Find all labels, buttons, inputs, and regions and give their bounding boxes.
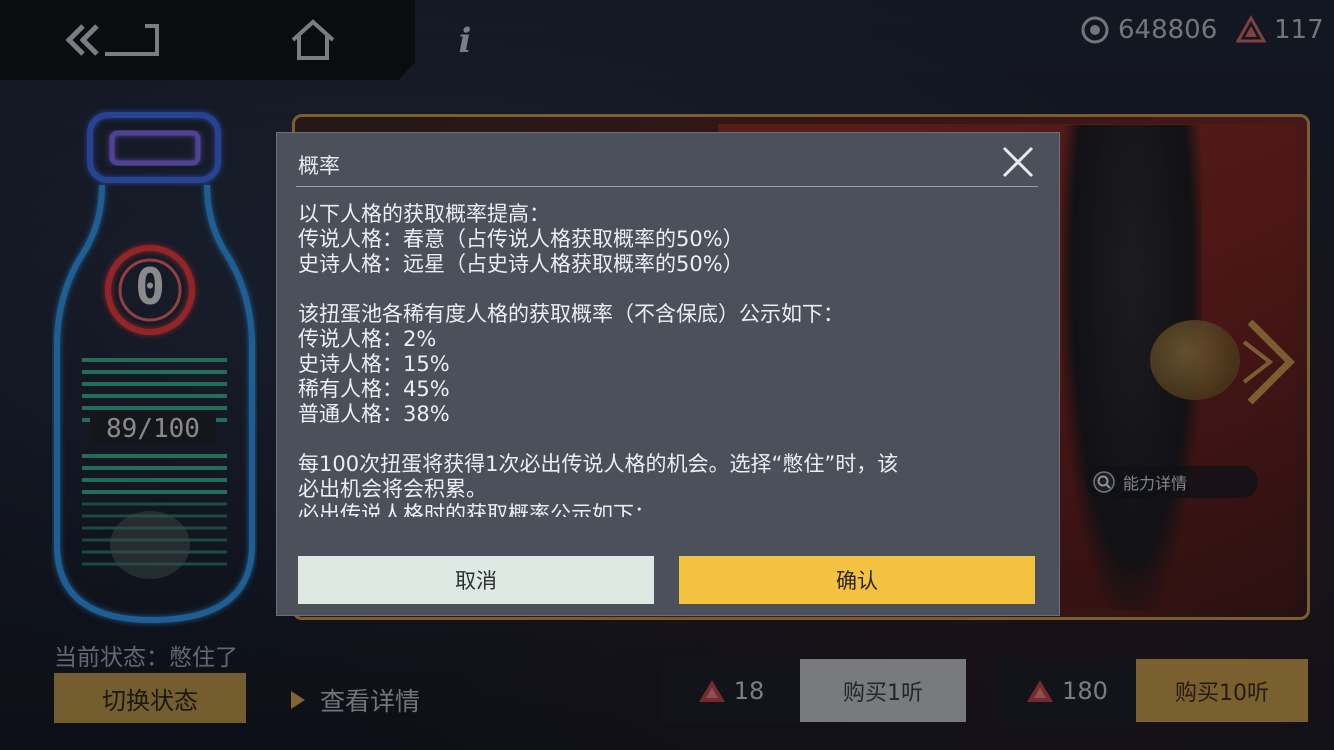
dialog-body[interactable]: 以下人格的获取概率提高： 传说人格：春意（占传说人格获取概率的50%） 史诗人格… bbox=[298, 202, 1038, 517]
cancel-button[interactable]: 取消 bbox=[298, 556, 654, 604]
dialog-line: 史诗人格：15% bbox=[298, 352, 450, 376]
dialog-line: 每100次扭蛋将获得1次必出传说人格的机会。选择“憋住”时，该 bbox=[298, 452, 899, 476]
confirm-button[interactable]: 确认 bbox=[679, 556, 1035, 604]
dialog-title: 概率 bbox=[298, 154, 340, 178]
dialog-line: 传说人格：2% bbox=[298, 327, 437, 351]
dialog-line: 史诗人格：远星（占史诗人格获取概率的50%） bbox=[298, 252, 744, 276]
dialog-line: 传说人格：春意（占传说人格获取概率的50%） bbox=[298, 227, 744, 251]
dialog-line: 必出传说人格时的获取概率公示如下： bbox=[298, 502, 655, 517]
dialog-line: 普通人格：38% bbox=[298, 402, 450, 426]
dialog-line: 稀有人格：45% bbox=[298, 377, 450, 401]
probability-dialog: 概率 以下人格的获取概率提高： 传说人格：春意（占传说人格获取概率的50%） 史… bbox=[276, 132, 1060, 616]
dialog-line: 必出机会将会积累。 bbox=[298, 477, 487, 501]
dialog-line: 以下人格的获取概率提高： bbox=[298, 202, 550, 226]
dialog-line: 该扭蛋池各稀有度人格的获取概率（不含保底）公示如下： bbox=[298, 302, 844, 326]
close-icon[interactable] bbox=[1000, 144, 1036, 180]
dialog-divider bbox=[296, 186, 1038, 187]
